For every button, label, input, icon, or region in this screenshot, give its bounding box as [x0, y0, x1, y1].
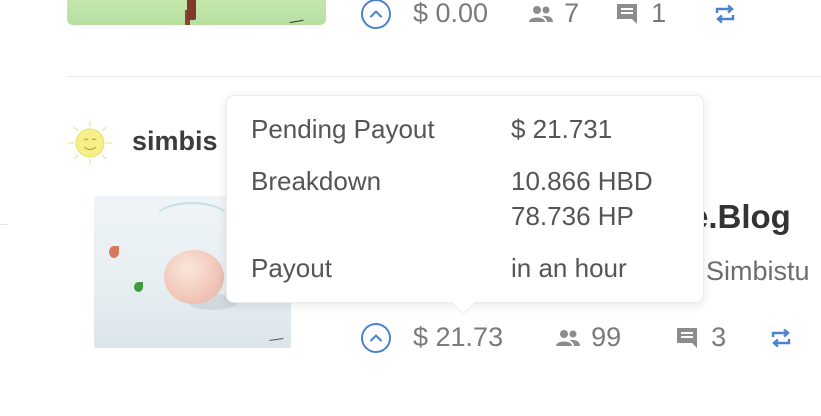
post-thumbnail-previous[interactable]	[67, 0, 326, 25]
tree-trunk	[187, 0, 196, 20]
upvote-button[interactable]	[361, 322, 391, 353]
green-leaf	[134, 282, 143, 292]
post-title[interactable]: e.Blog	[690, 198, 791, 236]
breakdown-label: Breakdown	[251, 166, 382, 196]
artist-signature	[288, 13, 304, 24]
reblog-icon[interactable]	[714, 4, 736, 24]
voters-count[interactable]: 99	[591, 322, 621, 353]
avatar[interactable]	[67, 120, 113, 166]
chevron-up-icon	[370, 334, 382, 341]
author-name[interactable]: simbis	[132, 126, 218, 157]
comments-count[interactable]: 1	[651, 0, 666, 29]
people-icon	[529, 5, 554, 22]
payout-time-label: Payout	[251, 253, 332, 283]
pending-payout-label: Pending Payout	[251, 114, 435, 144]
pending-payout-value: $ 21.731	[511, 114, 613, 144]
payout-value[interactable]: $ 0.00	[413, 0, 488, 29]
artist-signature	[268, 332, 284, 341]
voters-count[interactable]: 7	[564, 0, 579, 29]
breakdown-hp-value: 78.736 HP	[511, 201, 634, 231]
reblog-icon[interactable]	[770, 328, 792, 348]
post-subtitle[interactable]: Simbistu	[706, 256, 810, 287]
payout-value[interactable]: $ 21.73	[413, 322, 503, 353]
tooltip-arrow	[451, 290, 476, 315]
post-meta-row: $ 21.73 99 3	[361, 322, 792, 353]
payout-tooltip: Pending Payout $ 21.731 Breakdown 10.866…	[226, 95, 704, 315]
comments-count[interactable]: 3	[711, 322, 726, 353]
chevron-up-icon	[370, 10, 382, 17]
post-meta-row-previous: $ 0.00 7 1	[361, 0, 736, 29]
swirl-decoration	[150, 202, 234, 246]
red-leaf	[109, 246, 119, 258]
people-icon	[556, 329, 581, 346]
upvote-button[interactable]	[361, 0, 391, 29]
payout-time-value: in an hour	[511, 253, 627, 283]
egg-illustration	[164, 250, 224, 304]
post-divider	[67, 76, 821, 77]
comment-icon	[677, 327, 698, 348]
comment-icon	[617, 3, 638, 24]
sun-avatar-icon	[68, 121, 112, 165]
edge-line	[0, 224, 8, 225]
breakdown-hbd-value: 10.866 HBD	[511, 166, 653, 196]
